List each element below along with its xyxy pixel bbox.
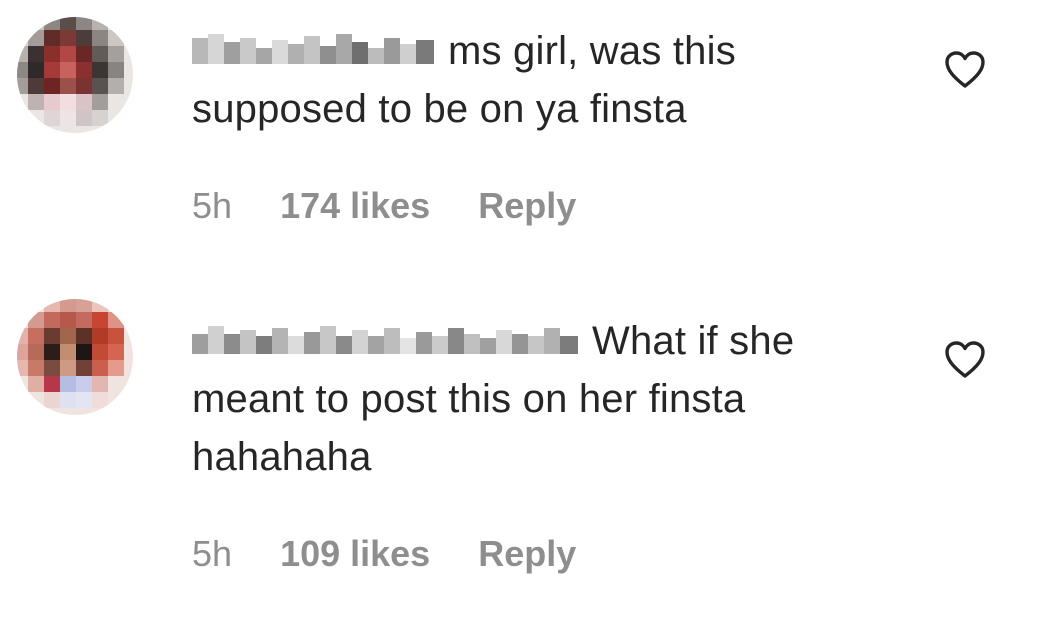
comment-likes-count[interactable]: 174 likes [280, 186, 430, 226]
avatar[interactable] [14, 14, 136, 136]
reply-button[interactable]: Reply [478, 186, 576, 226]
comment-meta: 5h 174 likes Reply [192, 186, 576, 226]
heart-outline-icon[interactable] [944, 50, 986, 90]
comment-timestamp[interactable]: 5h [192, 534, 232, 574]
comment-likes-count[interactable]: 109 likes [280, 534, 430, 574]
username-pixelated[interactable] [192, 324, 582, 358]
comment-item: ms girl, was this supposed to be on ya f… [0, 0, 1038, 270]
comment-text-block: ms girl, was this supposed to be on ya f… [192, 22, 912, 138]
reply-button[interactable]: Reply [478, 534, 576, 574]
comment-timestamp[interactable]: 5h [192, 186, 232, 226]
comment-meta: 5h 109 likes Reply [192, 534, 576, 574]
comment-text-block: What if she meant to post this on her fi… [192, 312, 912, 486]
username-pixelated[interactable] [192, 34, 438, 68]
comment-item: What if she meant to post this on her fi… [0, 290, 1038, 610]
heart-outline-icon[interactable] [944, 340, 986, 380]
avatar[interactable] [14, 296, 136, 418]
